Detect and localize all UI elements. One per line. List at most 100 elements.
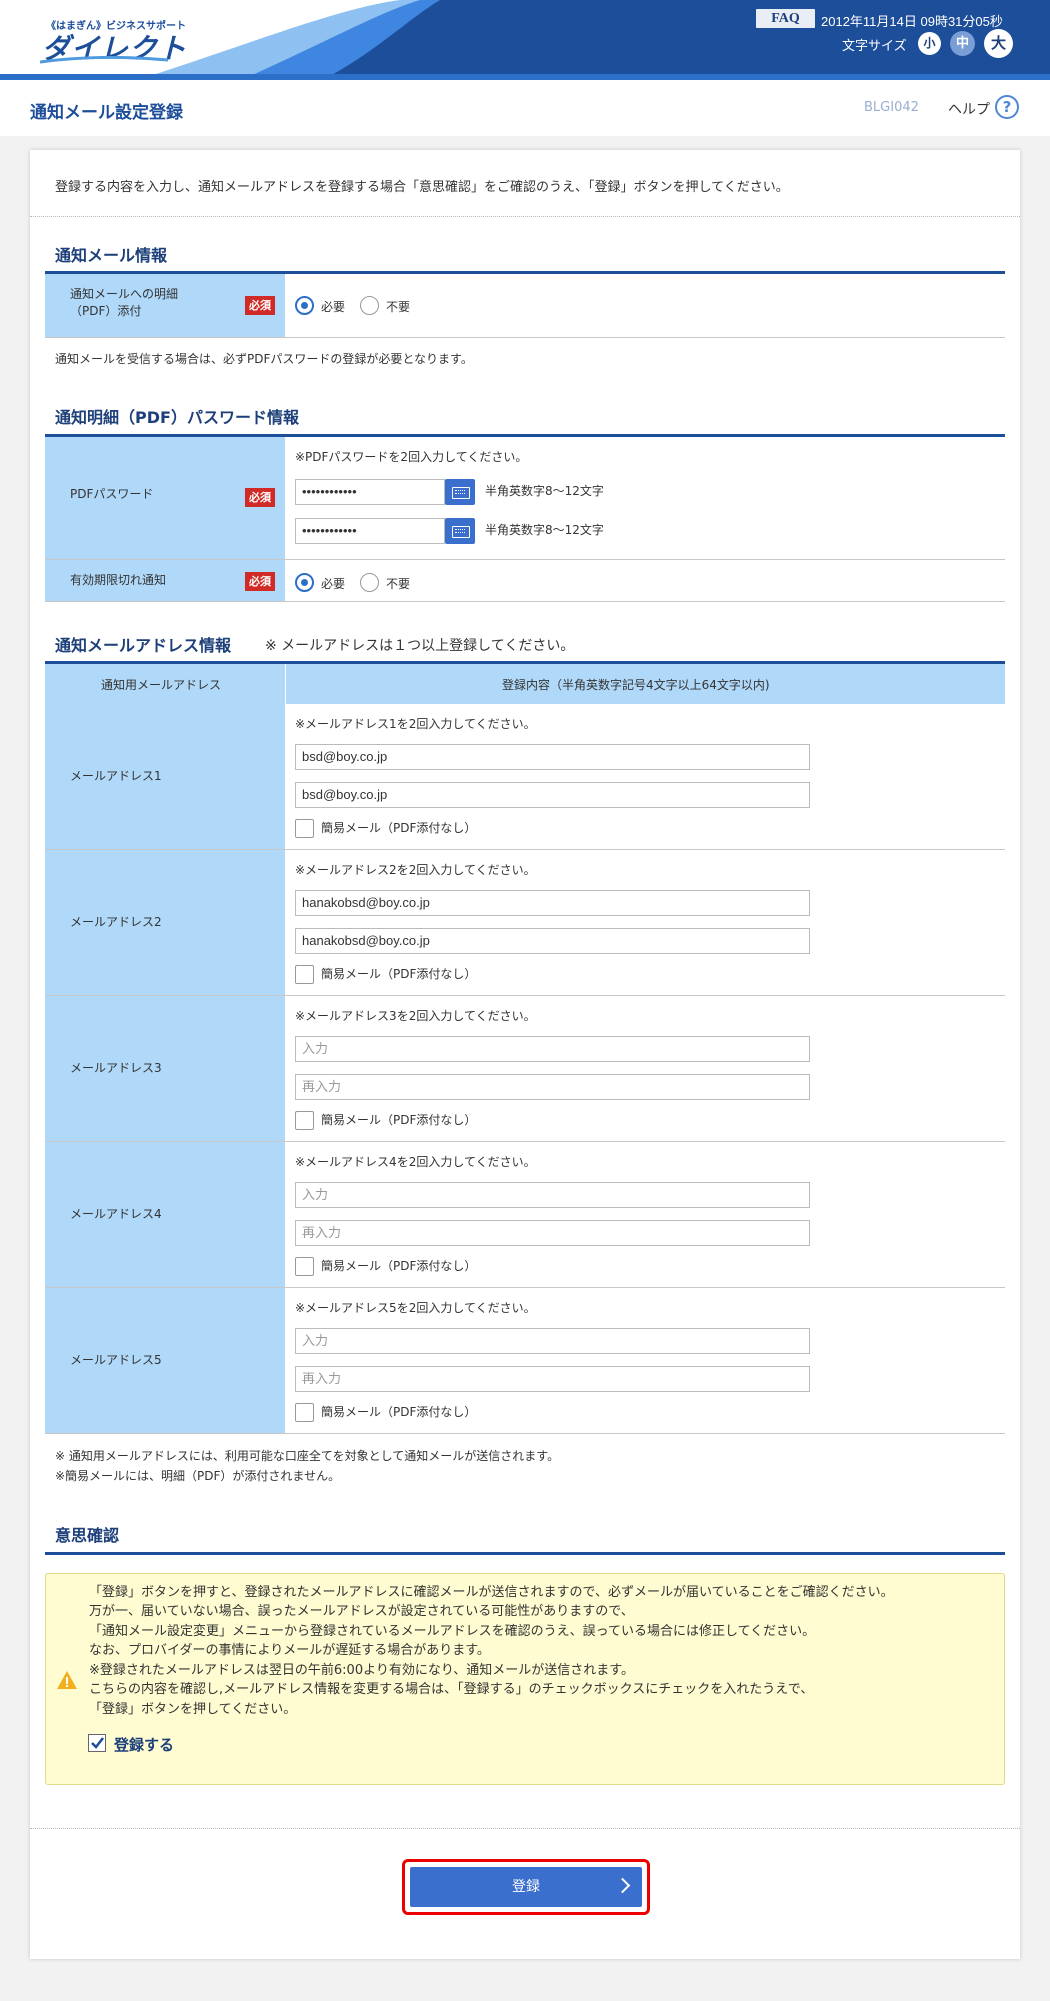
- address-1-input[interactable]: bsd@boy.co.jp: [295, 744, 810, 770]
- page-title: 通知メール設定登録: [30, 103, 183, 123]
- help-icon[interactable]: ?: [995, 95, 1019, 119]
- help-link[interactable]: ヘルプ: [948, 99, 990, 119]
- address-3-label: メールアドレス3: [70, 1061, 162, 1075]
- pdf-attach-noneed-label: 不要: [386, 300, 411, 314]
- address-5-simple-mail-label: 簡易メール（PDF添付なし）: [321, 1405, 477, 1419]
- confirm-box: 「登録」ボタンを押すと、登録されたメールアドレスに確認メールが送信されますので、…: [45, 1573, 1005, 1785]
- pdf-attach-label-2: （PDF）添付: [70, 304, 142, 318]
- keyboard-icon[interactable]: [445, 479, 475, 505]
- expire-notify-label: 有効期限切れ通知: [70, 573, 167, 587]
- row-border: [45, 601, 1005, 602]
- address-1-confirm-input[interactable]: bsd@boy.co.jp: [295, 782, 810, 808]
- pdf-password-hint: 半角英数字8～12文字: [485, 484, 604, 498]
- address-3-simple-mail-checkbox[interactable]: [295, 1111, 314, 1130]
- notify-note: 通知メールを受信する場合は、必ずPDFパスワードの登録が必要となります。: [55, 352, 473, 366]
- divider: [30, 1828, 1020, 1829]
- section-heading-notify-info: 通知メール情報: [55, 246, 168, 265]
- pdf-attach-need-label: 必要: [321, 300, 346, 314]
- pdf-attach-need-radio[interactable]: [295, 296, 314, 315]
- confirm-line-5: ※登録されたメールアドレスは翌日の午前6:00より有効になり、通知メールが送信さ…: [89, 1663, 635, 1678]
- divider: [30, 216, 1020, 217]
- pdf-password-input[interactable]: ••••••••••••: [295, 479, 445, 505]
- address-foot-note-2: ※簡易メールには、明細（PDF）が添付されません。: [55, 1469, 341, 1483]
- address-2-confirm-input[interactable]: hanakobsd@boy.co.jp: [295, 928, 810, 954]
- address-3-note: ※メールアドレス3を2回入力してください。: [295, 1009, 536, 1023]
- section-underline: [45, 1552, 1005, 1555]
- address-5-note: ※メールアドレス5を2回入力してください。: [295, 1301, 536, 1315]
- register-button[interactable]: 登録: [410, 1867, 642, 1907]
- header-divider: [285, 664, 286, 704]
- address-2-label: メールアドレス2: [70, 915, 162, 929]
- pdf-password-note: ※PDFパスワードを2回入力してください。: [295, 450, 528, 464]
- required-badge: 必須: [245, 488, 275, 507]
- font-size-label: 文字サイズ: [842, 39, 907, 54]
- address-5-simple-mail-checkbox[interactable]: [295, 1403, 314, 1422]
- register-button-label: 登録: [512, 1879, 540, 1895]
- address-2-simple-mail-label: 簡易メール（PDF添付なし）: [321, 967, 477, 981]
- address-2-simple-mail-checkbox[interactable]: [295, 965, 314, 984]
- address-1-simple-mail-label: 簡易メール（PDF添付なし）: [321, 821, 477, 835]
- address-foot-note-1: ※ 通知用メールアドレスには、利用可能な口座全てを対象として通知メールが送信され…: [55, 1449, 560, 1463]
- current-datetime: 2012年11月14日 09時31分05秒: [821, 14, 1003, 29]
- pdf-password-label: PDFパスワード: [70, 487, 154, 501]
- address-heading-note: ※ メールアドレスは１つ以上登録してください。: [265, 638, 575, 654]
- address-4-confirm-input[interactable]: 再入力: [295, 1220, 810, 1246]
- address-5-confirm-input[interactable]: 再入力: [295, 1366, 810, 1392]
- address-4-simple-mail-label: 簡易メール（PDF添付なし）: [321, 1259, 477, 1273]
- address-4-simple-mail-checkbox[interactable]: [295, 1257, 314, 1276]
- address-2-input[interactable]: hanakobsd@boy.co.jp: [295, 890, 810, 916]
- confirm-line-7: 「登録」ボタンを押してください。: [89, 1702, 297, 1717]
- address-5-input[interactable]: 入力: [295, 1328, 810, 1354]
- address-1-label: メールアドレス1: [70, 769, 162, 783]
- col-header-address: 通知用メールアドレス: [101, 678, 222, 692]
- font-size-medium-button[interactable]: 中: [950, 31, 975, 56]
- required-badge: 必須: [245, 296, 275, 315]
- keyboard-icon[interactable]: [445, 518, 475, 544]
- expire-noneed-radio[interactable]: [360, 573, 379, 592]
- row-border: [45, 1433, 1005, 1434]
- address-3-input[interactable]: 入力: [295, 1036, 810, 1062]
- row-border: [45, 559, 1005, 560]
- confirm-line-6: こちらの内容を確認し,メールアドレス情報を変更する場合は、「登録する」のチェック…: [89, 1682, 814, 1697]
- submit-highlight: 登録: [402, 1859, 650, 1915]
- checkmark-icon: [91, 1737, 104, 1749]
- chevron-right-icon: [614, 1877, 631, 1894]
- section-heading-address-info: 通知メールアドレス情報: [55, 636, 232, 655]
- pdf-password-hint: 半角英数字8～12文字: [485, 523, 604, 537]
- header: 《はまぎん》ビジネスサポート ダイレクト FAQ 2012年11月14日 09時…: [0, 0, 1050, 76]
- address-3-confirm-input[interactable]: 再入力: [295, 1074, 810, 1100]
- expire-need-radio[interactable]: [295, 573, 314, 592]
- pdf-attach-label-1: 通知メールへの明細: [70, 287, 179, 301]
- faq-button[interactable]: FAQ: [756, 9, 815, 28]
- address-5-label: メールアドレス5: [70, 1353, 162, 1367]
- warning-icon: [57, 1671, 77, 1689]
- confirm-line-1: 「登録」ボタンを押すと、登録されたメールアドレスに確認メールが送信されますので、…: [89, 1585, 894, 1600]
- title-bar: 通知メール設定登録 BLGI042 ヘルプ ?: [0, 80, 1050, 136]
- address-4-note: ※メールアドレス4を2回入力してください。: [295, 1155, 536, 1169]
- confirm-line-2: 万が一、届いていない場合、誤ったメールアドレスが設定されている可能性がありますの…: [89, 1604, 634, 1619]
- confirm-line-3: 「通知メール設定変更」メニューから登録されているメールアドレスを確認のうえ、誤っ…: [89, 1624, 816, 1639]
- col-header-content: 登録内容（半角英数字記号4文字以上64文字以内): [502, 678, 770, 692]
- register-checkbox-label[interactable]: 登録する: [114, 1734, 174, 1755]
- address-4-input[interactable]: 入力: [295, 1182, 810, 1208]
- section-heading-confirm: 意思確認: [55, 1526, 120, 1545]
- section-heading-pdf-password: 通知明細（PDF）パスワード情報: [55, 408, 299, 427]
- address-3-simple-mail-label: 簡易メール（PDF添付なし）: [321, 1113, 477, 1127]
- address-1-simple-mail-checkbox[interactable]: [295, 819, 314, 838]
- logo-swoosh-icon: [40, 56, 169, 64]
- address-2-note: ※メールアドレス2を2回入力してください。: [295, 863, 536, 877]
- font-size-small-button[interactable]: 小: [918, 32, 941, 55]
- address-4-label: メールアドレス4: [70, 1207, 162, 1221]
- expire-need-label: 必要: [321, 577, 346, 591]
- pdf-password-confirm-input[interactable]: ••••••••••••: [295, 518, 445, 544]
- screen-id: BLGI042: [864, 100, 919, 115]
- register-checkbox[interactable]: [88, 1734, 106, 1752]
- pdf-attach-noneed-radio[interactable]: [360, 296, 379, 315]
- row-border: [45, 337, 1005, 338]
- expire-noneed-label: 不要: [386, 577, 411, 591]
- main-card: 登録する内容を入力し、通知メールアドレスを登録する場合「意思確認」をご確認のうえ…: [30, 150, 1020, 1959]
- instruction-text: 登録する内容を入力し、通知メールアドレスを登録する場合「意思確認」をご確認のうえ…: [55, 180, 789, 195]
- font-size-large-button[interactable]: 大: [984, 29, 1013, 58]
- address-1-note: ※メールアドレス1を2回入力してください。: [295, 717, 536, 731]
- confirm-line-4: なお、プロバイダーの事情によりメールが遅延する場合があります。: [89, 1643, 490, 1658]
